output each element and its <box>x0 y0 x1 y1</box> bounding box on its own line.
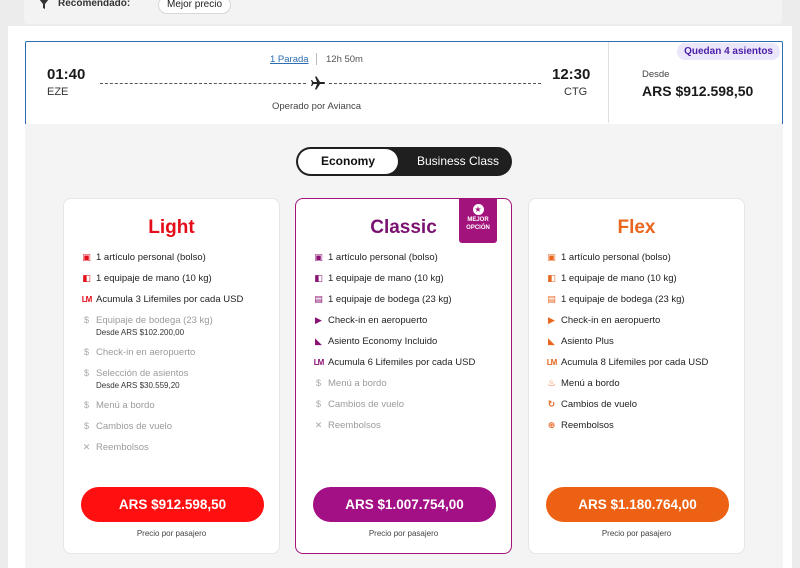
dollar-icon: $ <box>315 378 321 388</box>
select-fare-classic-button[interactable]: ARS $1.007.754,00 <box>313 487 496 522</box>
flight-summary-card[interactable]: Quedan 4 asientos 01:40 EZE 1 Parada 12h… <box>25 41 783 125</box>
benefit-item: $ Menú a bordo <box>313 377 508 398</box>
filter-bar: Recomendado: Mejor precio <box>24 0 782 24</box>
flight-duration: 12h 50m <box>326 54 363 65</box>
stops-link[interactable]: 1 Parada <box>270 54 309 65</box>
fare-card-light[interactable]: Light ▣ 1 artículo personal (bolso) ◧ 1 eq… <box>63 198 280 554</box>
dollar-icon: $ <box>83 421 89 431</box>
fare-card-flex[interactable]: Flex ▣ 1 artículo personal (bolso) ◧ 1 equ… <box>528 198 745 554</box>
benefit-item: ◧ 1 equipaje de mano (10 kg) <box>314 273 444 284</box>
from-label: Desde <box>642 69 670 80</box>
refund-icon: ⊛ <box>547 420 556 430</box>
benefit-item: ◣ Asiento Plus <box>546 335 741 356</box>
dollar-icon: $ <box>83 368 89 378</box>
benefit-item: $ Menú a bordo <box>81 399 276 420</box>
benefits-list: ▣ 1 artículo personal (bolso) ◧ 1 equipaje… <box>546 251 741 440</box>
benefit-item: ↻ Cambios de vuelo <box>547 399 638 410</box>
benefit-item: ▤ 1 equipaje de bodega (23 kg) <box>547 294 685 305</box>
fare-title: Flex <box>617 217 656 238</box>
bag-icon: ▣ <box>547 252 556 262</box>
dollar-icon: $ <box>315 399 321 409</box>
checkin-icon: ▶ <box>315 315 322 325</box>
seat-icon: ◣ <box>548 336 555 346</box>
benefit-item: LM Acumula 6 Lifemiles por cada USD <box>313 357 476 368</box>
carry-on-icon: ◧ <box>82 273 91 283</box>
dollar-icon: $ <box>83 400 89 410</box>
carry-on-icon: ◧ <box>547 273 556 283</box>
plane-icon <box>311 76 325 90</box>
benefit-item: LM Acumula 8 Lifemiles por cada USD <box>546 357 709 368</box>
meal-icon: ♨ <box>547 378 556 388</box>
benefit-item: ♨ Menú a bordo <box>547 378 620 389</box>
cabin-tab-business[interactable]: Business Class <box>408 149 508 174</box>
benefit-item: ▶ Check-in en aeropuerto <box>546 314 741 335</box>
price-per-passenger-note: Precio por pasajero <box>601 529 672 538</box>
lifemiles-icon: LM <box>313 358 325 367</box>
benefit-item: ◣ Asiento Economy Incluido <box>313 335 508 356</box>
benefit-item: ◧ 1 equipaje de mano (10 kg) <box>547 273 677 284</box>
from-price: ARS $912.598,50 <box>642 83 754 99</box>
checkin-icon: ▶ <box>548 315 555 325</box>
dollar-icon: $ <box>83 347 89 357</box>
change-icon: ↻ <box>547 399 556 409</box>
bag-icon: ▣ <box>82 252 91 262</box>
checked-bag-icon: ▤ <box>547 294 556 304</box>
x-icon: ✕ <box>314 420 323 430</box>
select-fare-light-button[interactable]: ARS $912.598,50 <box>81 487 264 522</box>
price-per-passenger-note: Precio por pasajero <box>368 529 439 538</box>
route-line <box>100 83 306 84</box>
dollar-icon: $ <box>83 315 89 325</box>
benefit-item: $ Cambios de vuelo <box>81 420 276 441</box>
sort-chip-best-price[interactable]: Mejor precio <box>158 0 232 14</box>
benefits-list: ▣ 1 artículo personal (bolso) ◧ 1 equipaje… <box>313 251 508 440</box>
benefit-item: ✕ Reembolsos <box>82 442 149 453</box>
fare-title: Light <box>148 217 195 238</box>
arrival-time: 12:30 <box>552 66 591 83</box>
benefit-item: ▶ Check-in en aeropuerto <box>313 314 508 335</box>
benefit-item: ▣ 1 artículo personal (bolso) <box>82 252 206 263</box>
separator <box>316 53 317 65</box>
benefit-item: ◧ 1 equipaje de mano (10 kg) <box>82 273 212 284</box>
seat-icon: ◣ <box>315 336 322 346</box>
benefits-list: ▣ 1 artículo personal (bolso) ◧ 1 equipaje… <box>81 251 276 462</box>
benefit-item: ▤ 1 equipaje de bodega (23 kg) <box>314 294 452 305</box>
checked-bag-icon: ▤ <box>314 294 323 304</box>
benefit-item: $ Selección de asientos Desde ARS $30.559,… <box>81 367 276 399</box>
benefit-item: $ Cambios de vuelo <box>313 398 508 419</box>
sort-label: Recomendado: <box>58 0 131 9</box>
filter-icon <box>39 0 49 9</box>
departure-time: 01:40 <box>47 66 86 83</box>
star-icon: ★ <box>472 204 484 215</box>
route-line <box>329 83 541 84</box>
fare-card-classic[interactable]: ★ MEJOR OPCIÓN Classic ▣ 1 artículo perso… <box>295 198 512 554</box>
benefit-item: $ Equipaje de bodega (23 kg) Desde ARS $10… <box>81 314 276 346</box>
price-per-passenger-note: Precio por pasajero <box>136 529 207 538</box>
operated-by: Operado por Avianca <box>272 101 362 112</box>
select-fare-flex-button[interactable]: ARS $1.180.764,00 <box>546 487 729 522</box>
bag-icon: ▣ <box>314 252 323 262</box>
arrival-airport: CTG <box>564 86 588 98</box>
lifemiles-icon: LM <box>546 358 558 367</box>
benefit-item: ▣ 1 artículo personal (bolso) <box>547 252 671 263</box>
carry-on-icon: ◧ <box>314 273 323 283</box>
benefit-item: ✕ Reembolsos <box>314 420 381 431</box>
benefit-item: ⊛ Reembolsos <box>547 420 614 431</box>
departure-airport: EZE <box>47 86 69 98</box>
x-icon: ✕ <box>82 442 91 452</box>
seats-left-badge: Quedan 4 asientos <box>677 43 780 60</box>
benefit-item: $ Check-in en aeropuerto <box>81 346 276 367</box>
divider <box>608 42 609 123</box>
lifemiles-icon: LM <box>81 295 93 304</box>
cabin-tab-economy[interactable]: Economy <box>298 149 398 174</box>
cabin-toggle: Economy Business Class <box>296 147 512 176</box>
benefit-item: LM Acumula 3 Lifemiles por cada USD <box>81 294 244 305</box>
benefit-item: ▣ 1 artículo personal (bolso) <box>314 252 438 263</box>
fare-title: Classic <box>370 217 437 238</box>
